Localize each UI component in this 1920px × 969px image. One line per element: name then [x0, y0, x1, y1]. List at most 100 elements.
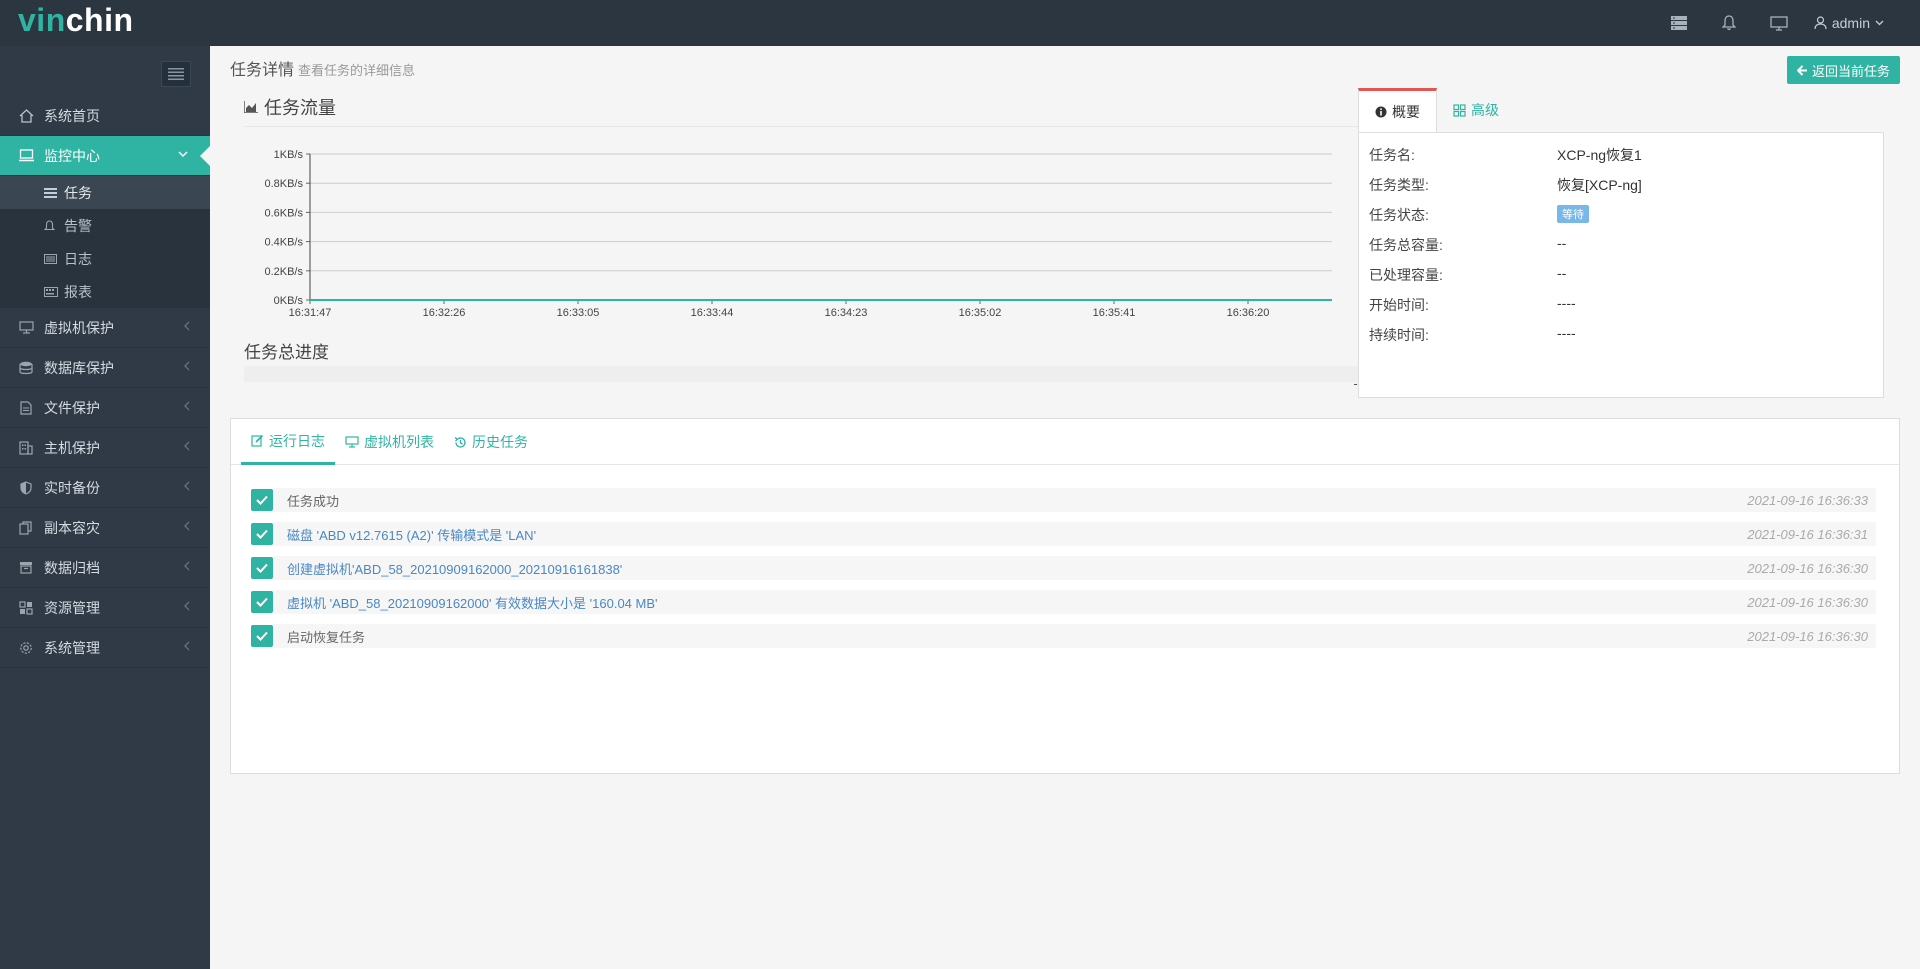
sidebar-subitem-log[interactable]: 日志 [0, 242, 210, 275]
sidebar-subitem-label: 报表 [64, 283, 92, 300]
info-row-task-name: 任务名: XCP-ng恢复1 [1369, 145, 1869, 165]
x-tick-label: 16:34:23 [825, 307, 868, 319]
tab-label: 概要 [1392, 103, 1420, 120]
sidebar-nav: 系统首页 监控中心 任务 告警 日志 报表 虚拟机保护 数据库保护 文件保护 主… [0, 96, 210, 668]
check-icon [251, 489, 273, 511]
user-name: admin [1831, 15, 1870, 31]
sidebar-item-host-protection[interactable]: 主机保护 [0, 428, 210, 468]
info-row-processed-capacity: 已处理容量: -- [1369, 265, 1869, 285]
log-item: 启动恢复任务 2021-09-16 16:36:30 [251, 619, 1876, 653]
tab-label: 历史任务 [472, 434, 528, 450]
chevron-left-icon [184, 601, 190, 611]
log-item: 创建虚拟机'ABD_58_20210909162000_202109161618… [251, 551, 1876, 585]
sidebar-item-vm-protection[interactable]: 虚拟机保护 [0, 308, 210, 348]
log-text: 启动恢复任务 [287, 629, 366, 645]
sidebar-item-resource-management[interactable]: 资源管理 [0, 588, 210, 628]
log-item: 任务成功 2021-09-16 16:36:33 [251, 483, 1876, 517]
sidebar-item-db-protection[interactable]: 数据库保护 [0, 348, 210, 388]
sidebar-item-home[interactable]: 系统首页 [0, 96, 210, 136]
log-time: 2021-09-16 16:36:30 [1747, 561, 1868, 576]
info-key: 开始时间: [1369, 297, 1429, 313]
tab-label: 运行日志 [269, 432, 325, 449]
status-badge: 等待 [1557, 205, 1589, 223]
log-time: 2021-09-16 16:36:30 [1747, 595, 1868, 610]
tab-label: 虚拟机列表 [364, 434, 434, 450]
gear-icon [18, 640, 34, 656]
info-key: 已处理容量: [1369, 267, 1443, 283]
log-panel: 运行日志 虚拟机列表 历史任务 任务成功 2021-09-16 16:36:33 [230, 418, 1900, 774]
log-item: 磁盘 'ABD v12.7615 (A2)' 传输模式是 'LAN' 2021-… [251, 517, 1876, 551]
grid-icon [1453, 103, 1466, 117]
chevron-left-icon [184, 641, 190, 651]
y-tick-label: 0KB/s [274, 295, 304, 307]
chevron-left-icon [184, 361, 190, 371]
info-row-task-type: 任务类型: 恢复[XCP-ng] [1369, 175, 1869, 195]
info-value: 恢复[XCP-ng] [1557, 177, 1642, 193]
desktop-icon [345, 436, 359, 448]
page-subtitle: 查看任务的详细信息 [298, 63, 416, 78]
screen-icon[interactable] [1754, 0, 1804, 46]
task-flow-panel: 任务流量 0KB/s 0.2KB/s 0.4KB/s 0.6KB/s 0.8KB/s 1K… [244, 86, 1362, 436]
x-tick-label: 16:35:02 [959, 307, 1002, 319]
logo[interactable]: vinchin [18, 2, 134, 39]
task-flow-chart: 0KB/s 0.2KB/s 0.4KB/s 0.6KB/s 0.8KB/s 1KB/s 16… [264, 149, 1332, 319]
sidebar-item-label: 数据归档 [44, 559, 100, 576]
desktop-icon [18, 320, 34, 336]
info-value: -- [1557, 265, 1567, 281]
log-text: 创建虚拟机'ABD_58_20210909162000_202109161618… [287, 561, 623, 577]
task-progress-bar [244, 366, 1362, 382]
check-icon [251, 591, 273, 613]
info-key: 任务总容量: [1369, 237, 1443, 253]
sidebar-subitem-alert[interactable]: 告警 [0, 209, 210, 242]
info-tabs: 概要 高级 [1358, 88, 1920, 132]
log-icon [44, 253, 58, 264]
server-icon[interactable] [1654, 0, 1704, 46]
tab-history-task[interactable]: 历史任务 [444, 419, 538, 465]
back-to-current-task-button[interactable]: 返回当前任务 [1786, 56, 1900, 84]
x-tick-label: 16:31:47 [289, 307, 332, 319]
edit-icon [251, 434, 264, 447]
bell-icon[interactable] [1704, 0, 1754, 46]
tab-run-log[interactable]: 运行日志 [241, 419, 335, 465]
x-tick-label: 16:36:20 [1227, 307, 1270, 319]
info-value: ---- [1557, 325, 1576, 341]
tab-overview[interactable]: 概要 [1358, 88, 1437, 132]
info-row-duration: 持续时间: ---- [1369, 325, 1869, 345]
sidebar-item-monitor[interactable]: 监控中心 [0, 136, 210, 176]
sidebar-item-label: 主机保护 [44, 439, 100, 456]
tab-advanced[interactable]: 高级 [1437, 88, 1515, 132]
divider [244, 126, 1362, 127]
tab-vm-list[interactable]: 虚拟机列表 [335, 419, 444, 465]
task-flow-title: 任务流量 [244, 94, 336, 120]
sidebar-item-file-protection[interactable]: 文件保护 [0, 388, 210, 428]
sidebar-subitem-label: 日志 [64, 250, 92, 267]
user-menu[interactable]: admin [1804, 0, 1920, 46]
log-tabs: 运行日志 虚拟机列表 历史任务 [241, 419, 538, 465]
info-row-task-status: 任务状态: 等待 [1369, 205, 1869, 225]
y-tick-label: 1KB/s [274, 149, 304, 161]
sidebar-subitem-report[interactable]: 报表 [0, 275, 210, 308]
sidebar-subitem-label: 任务 [64, 184, 92, 201]
top-navbar: vinchin admin [0, 0, 1920, 46]
sidebar-item-data-archive[interactable]: 数据归档 [0, 548, 210, 588]
sidebar: 系统首页 监控中心 任务 告警 日志 报表 虚拟机保护 数据库保护 文件保护 主… [0, 46, 210, 969]
sidebar-toggle-icon[interactable] [161, 61, 191, 87]
task-progress-title: 任务总进度 [244, 343, 329, 362]
task-icon [44, 187, 58, 198]
area-chart-icon [244, 101, 258, 113]
x-tick-label: 16:33:05 [557, 307, 600, 319]
chevron-down-icon [178, 151, 188, 158]
x-tick-label: 16:32:26 [423, 307, 466, 319]
info-body: 任务名: XCP-ng恢复1 任务类型: 恢复[XCP-ng] 任务状态: 等待 任务… [1358, 132, 1884, 398]
log-text: 磁盘 'ABD v12.7615 (A2)' 传输模式是 'LAN' [287, 527, 537, 543]
sidebar-subitem-task[interactable]: 任务 [0, 176, 210, 209]
sidebar-item-realtime-backup[interactable]: 实时备份 [0, 468, 210, 508]
log-text: 虚拟机 'ABD_58_20210909162000' 有效数据大小是 '160… [287, 595, 658, 611]
sidebar-item-system-management[interactable]: 系统管理 [0, 628, 210, 668]
database-icon [18, 360, 34, 376]
check-icon [251, 625, 273, 647]
info-value: XCP-ng恢复1 [1557, 147, 1642, 163]
info-icon [1375, 106, 1387, 117]
info-row-total-capacity: 任务总容量: -- [1369, 235, 1869, 255]
sidebar-item-replica-dr[interactable]: 副本容灾 [0, 508, 210, 548]
